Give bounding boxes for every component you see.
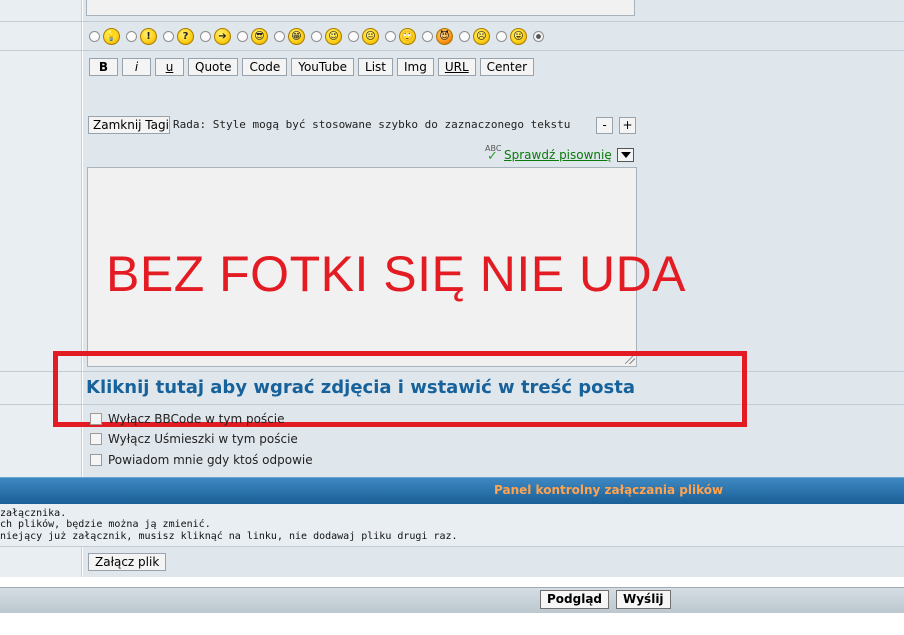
smiley-radio[interactable] [200, 30, 211, 42]
tongue-smiley-icon[interactable]: 😛 [510, 27, 527, 45]
smiley-option[interactable]: 😉 [311, 27, 342, 45]
evil-smiley-icon[interactable]: 😈 [436, 27, 453, 45]
smiley-option[interactable]: 😐 [348, 27, 379, 45]
disable-bbcode-option[interactable]: Wyłącz BBCode w tym poście [90, 412, 284, 426]
attach-file-button[interactable]: Załącz plik [88, 553, 167, 571]
center-button[interactable]: Center [479, 58, 535, 76]
disable-bbcode-checkbox[interactable] [90, 413, 102, 425]
formatting-hint: Rada: Style mogą być stosowane szybko do… [173, 118, 571, 131]
smiley-option[interactable]: 😁 [274, 27, 305, 45]
smiley-radio[interactable] [89, 30, 100, 42]
attachments-info-line: załącznika. [0, 508, 67, 519]
attachments-panel-header [0, 477, 904, 504]
smiley-radio[interactable] [274, 30, 285, 42]
smiley-option[interactable]: 😛 [496, 27, 527, 45]
subject-field[interactable] [86, 0, 635, 16]
code-button[interactable]: Code [242, 58, 288, 76]
smiley-picker: 💡!? ➔ 😎 😁 😉 😐 🙄 😈 ☹ 😛 [89, 26, 547, 46]
smiley-radio[interactable] [385, 30, 396, 42]
youtube-button[interactable]: YouTube [291, 58, 355, 76]
url-button[interactable]: URL [437, 58, 476, 76]
smiley-radio[interactable] [126, 30, 137, 42]
annotation-overlay-text: BEZ FOTKI SIĘ NIE UDA [106, 246, 687, 302]
cool-smiley-icon[interactable]: 😎 [251, 27, 268, 45]
exclamation-smiley-icon[interactable]: ! [140, 27, 157, 45]
smiley-radio[interactable] [496, 30, 507, 42]
u-button[interactable]: u [155, 58, 184, 76]
spellcheck-dropdown-button[interactable] [617, 148, 634, 162]
row-divider [0, 546, 904, 547]
rolleyes-smiley-icon[interactable]: 🙄 [399, 27, 416, 45]
img-button[interactable]: Img [397, 58, 434, 76]
smiley-radio[interactable] [348, 30, 359, 42]
increase-size-button[interactable]: + [619, 117, 636, 134]
sad-smiley-icon[interactable]: ☹ [473, 27, 490, 45]
preview-button[interactable]: Podgląd [540, 590, 610, 609]
no-smiley-radio[interactable] [533, 30, 544, 42]
row-divider [0, 50, 904, 51]
arrow-smiley-icon[interactable]: ➔ [214, 27, 231, 45]
submit-button[interactable]: Wyślij [616, 590, 671, 609]
disable-smilies-checkbox[interactable] [90, 433, 102, 445]
smiley-radio[interactable] [311, 30, 322, 42]
smiley-option[interactable]: ! [126, 27, 157, 45]
disable-smilies-option[interactable]: Wyłącz Uśmieszki w tym poście [90, 432, 298, 446]
disable-bbcode-label: Wyłącz BBCode w tym poście [108, 412, 285, 426]
quote-button[interactable]: Quote [188, 58, 239, 76]
row-divider [0, 21, 904, 22]
decrease-size-button[interactable]: - [596, 117, 613, 134]
attachments-info-line: ch plików, będzie można ją zmienić. [0, 519, 211, 530]
question-smiley-icon[interactable]: ? [177, 27, 194, 45]
spellcheck-icon: ABC ✓ [485, 144, 502, 164]
spellcheck-link[interactable]: Sprawdź pisownię [504, 148, 612, 162]
smiley-option[interactable]: ? [163, 27, 194, 45]
b-button[interactable]: B [89, 58, 118, 76]
close-tags-button[interactable]: Zamknij Tagi [88, 116, 170, 134]
smiley-option[interactable]: 💡 [89, 27, 120, 45]
bbcode-toolbar: Bi u Quote Code YouTube List Img URL Center [89, 58, 538, 76]
form-footer-bar [0, 587, 904, 613]
list-button[interactable]: List [358, 58, 393, 76]
notify-reply-label: Powiadom mnie gdy ktoś odpowie [108, 453, 313, 467]
notify-reply-checkbox[interactable] [90, 454, 102, 466]
smiley-radio[interactable] [422, 30, 433, 42]
notify-reply-option[interactable]: Powiadom mnie gdy ktoś odpowie [90, 453, 313, 467]
grin-smiley-icon[interactable]: 😁 [288, 27, 305, 45]
attachments-info-line: niejący już załącznik, musisz kliknąć na… [0, 531, 458, 542]
smiley-radio[interactable] [163, 30, 174, 42]
smiley-option[interactable]: 😎 [237, 27, 268, 45]
wink-smiley-icon[interactable]: 😉 [325, 27, 342, 45]
attachments-panel-title: Panel kontrolny załączania plików [494, 483, 724, 497]
smiley-radio[interactable] [459, 30, 470, 42]
smiley-option[interactable]: ➔ [200, 27, 231, 45]
smiley-option[interactable]: 🙄 [385, 27, 416, 45]
lightbulb-smiley-icon[interactable]: 💡 [103, 27, 120, 45]
i-button[interactable]: i [122, 58, 151, 76]
neutral-smiley-icon[interactable]: 😐 [362, 27, 379, 45]
smiley-radio[interactable] [237, 30, 248, 42]
disable-smilies-label: Wyłącz Uśmieszki w tym poście [108, 432, 298, 446]
smiley-option[interactable]: ☹ [459, 27, 490, 45]
smiley-option[interactable]: 😈 [422, 27, 453, 45]
